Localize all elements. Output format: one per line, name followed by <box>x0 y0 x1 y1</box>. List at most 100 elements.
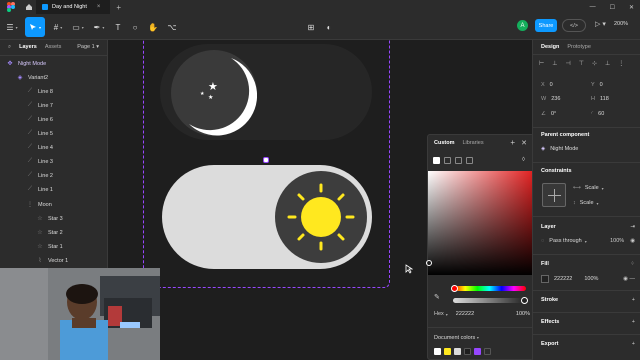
tab-design[interactable]: Design <box>541 44 559 50</box>
avatar[interactable]: A <box>517 20 528 31</box>
stroke-section-header[interactable]: Stroke + <box>541 297 635 303</box>
presenter-video <box>0 268 160 360</box>
color-swatch[interactable] <box>434 348 441 355</box>
export-section-header[interactable]: Export + <box>541 341 635 347</box>
home-icon[interactable] <box>22 0 36 14</box>
hue-slider[interactable] <box>453 286 526 291</box>
saturation-value-area[interactable] <box>428 171 535 275</box>
parent-component-link[interactable]: ◈ Night Mode <box>541 146 635 152</box>
layer-item[interactable]: ⌇ Vector 1 <box>0 254 108 267</box>
corner-radius-field[interactable]: ◜ 60 <box>591 111 604 117</box>
layer-item[interactable]: ⟋ Line 3 <box>0 155 108 168</box>
component-toggle-icon[interactable]: ⊞ <box>305 17 317 37</box>
fill-row[interactable]: 222222 100% ◉ — <box>541 275 635 283</box>
layer-item[interactable]: ⟋ Line 2 <box>0 169 108 182</box>
opacity-input[interactable]: 100% <box>516 311 530 317</box>
color-cursor[interactable] <box>426 260 432 266</box>
pen-tool-icon[interactable]: ✒ ▾ <box>91 17 107 37</box>
align-top-icon[interactable]: ⊤ <box>579 60 584 67</box>
rotation-field[interactable]: ∠ 0° <box>541 111 556 117</box>
tab-custom[interactable]: Custom <box>434 140 454 146</box>
dev-mode-button[interactable]: </> <box>562 19 586 32</box>
frame-tool-icon[interactable]: # ▾ <box>50 17 66 37</box>
star-icon: ☆ <box>37 230 43 236</box>
color-swatch[interactable] <box>464 348 471 355</box>
width-field[interactable]: W 236 <box>541 96 560 102</box>
add-style-icon[interactable]: + <box>510 138 515 147</box>
figma-logo-icon[interactable] <box>0 0 22 14</box>
hue-slider-knob[interactable] <box>451 285 458 292</box>
text-tool-icon[interactable]: T <box>112 17 124 37</box>
eyedropper-icon[interactable]: ✎ <box>434 293 440 301</box>
page-selector[interactable]: Page 1 ▾ <box>77 44 99 50</box>
video-paint-icon[interactable] <box>466 157 473 164</box>
hand-tool-icon[interactable]: ✋ <box>147 17 159 37</box>
layer-options-icon[interactable]: ⇥ <box>630 224 635 230</box>
layer-item[interactable]: ⋮ Moon <box>0 198 108 211</box>
shape-tool-icon[interactable]: ▭ ▾ <box>70 17 86 37</box>
line-icon: ⟋ <box>27 144 33 150</box>
color-swatch[interactable] <box>454 348 461 355</box>
constraint-horizontal[interactable]: ⟷ Scale ▾ <box>573 185 633 191</box>
close-tab-icon[interactable]: × <box>97 4 101 10</box>
hex-input[interactable]: 222222 <box>456 311 474 317</box>
color-swatch[interactable] <box>474 348 481 355</box>
gradient-paint-icon[interactable] <box>444 157 451 164</box>
main-menu-icon[interactable]: ☰ ▾ <box>4 17 20 37</box>
y-field[interactable]: Y0 <box>591 82 603 88</box>
align-center-h-icon[interactable]: ⊥ <box>552 60 557 67</box>
blend-mode-select[interactable]: ◌ Pass through ▾ 100% ◉ <box>541 238 635 244</box>
effects-section-header[interactable]: Effects + <box>541 319 635 325</box>
window-close-icon[interactable]: ✕ <box>629 4 634 11</box>
document-colors-header[interactable]: Document colors ▾ <box>434 335 479 341</box>
droplet-icon[interactable]: ◊ <box>522 157 525 163</box>
layer-item[interactable]: ⟋ Line 1 <box>0 183 108 196</box>
new-tab-button[interactable]: + <box>116 3 121 12</box>
layer-item[interactable]: ☆ Star 3 <box>0 212 108 225</box>
file-tab[interactable]: Day and Night × <box>36 0 111 14</box>
zoom-level[interactable]: 200% <box>614 21 628 27</box>
color-swatch[interactable] <box>444 348 451 355</box>
layer-item[interactable]: ⟋ Line 7 <box>0 99 108 112</box>
share-button[interactable]: Share <box>535 19 557 32</box>
comment-tool-icon[interactable]: ○ <box>129 17 141 37</box>
line-icon: ⟋ <box>27 116 33 122</box>
fill-styles-icon[interactable]: ⁘ <box>630 261 635 267</box>
layer-item[interactable]: ⟋ Line 8 <box>0 85 108 98</box>
actions-tool-icon[interactable]: ⌥ <box>166 17 178 37</box>
layer-item[interactable]: ☆ Star 2 <box>0 226 108 239</box>
constraint-vertical[interactable]: ↕ Scale ▾ <box>573 200 633 206</box>
minimize-icon[interactable]: — <box>590 4 596 10</box>
layer-item[interactable]: ✥ Night Mode <box>0 57 108 70</box>
layer-item[interactable]: ☆ Star 1 <box>0 240 108 253</box>
layer-item[interactable]: ⟋ Line 6 <box>0 113 108 126</box>
tab-libraries[interactable]: Libraries <box>462 140 483 146</box>
align-left-icon[interactable]: ⊢ <box>539 60 544 67</box>
layer-item[interactable]: ◈ Variant2 <box>0 71 108 84</box>
align-middle-icon[interactable]: ⊹ <box>592 60 597 67</box>
align-right-icon[interactable]: ⊣ <box>565 60 570 67</box>
layer-item[interactable]: ⟋ Line 5 <box>0 127 108 140</box>
image-paint-icon[interactable] <box>455 157 462 164</box>
move-tool-icon[interactable]: ▾ <box>25 17 45 37</box>
distribute-icon[interactable]: ⋮ <box>618 60 624 67</box>
solid-paint-icon[interactable] <box>433 157 440 164</box>
height-field[interactable]: H 118 <box>591 96 609 102</box>
opacity-slider[interactable] <box>453 298 526 303</box>
align-bottom-icon[interactable]: ⊥ <box>605 60 610 67</box>
maximize-icon[interactable]: ☐ <box>610 4 615 11</box>
color-format-select[interactable]: Hex <box>434 311 444 317</box>
component-property-handle[interactable] <box>263 157 269 163</box>
tab-prototype[interactable]: Prototype <box>567 44 591 50</box>
close-icon[interactable]: ✕ <box>521 139 527 147</box>
constraint-widget[interactable] <box>542 183 566 207</box>
layer-item[interactable]: ⟋ Line 4 <box>0 141 108 154</box>
x-field[interactable]: X0 <box>541 82 553 88</box>
opacity-slider-knob[interactable] <box>521 297 528 304</box>
search-icon[interactable]: ⌕ <box>8 44 11 51</box>
color-swatch[interactable] <box>484 348 491 355</box>
present-icon[interactable]: ▷ ▾ <box>595 20 606 28</box>
contrast-icon[interactable]: ◐ <box>323 17 335 37</box>
tab-layers[interactable]: Layers <box>19 44 37 50</box>
tab-assets[interactable]: Assets <box>45 44 62 50</box>
